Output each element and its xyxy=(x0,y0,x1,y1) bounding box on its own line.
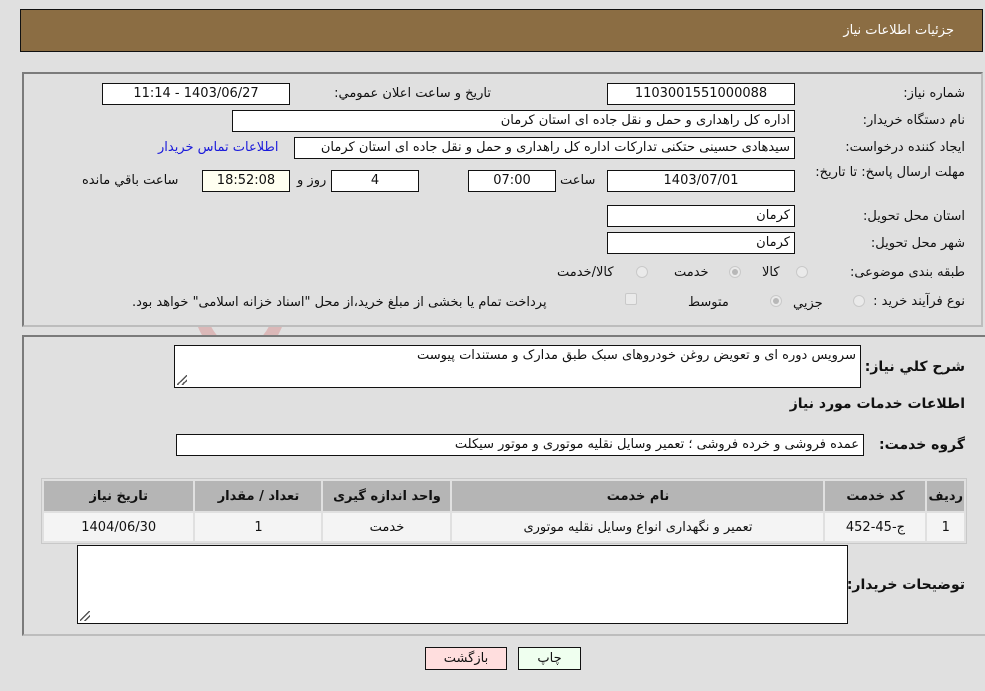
days-remaining-field: 4 xyxy=(331,170,419,192)
announce-field: 1403/06/27 - 11:14 xyxy=(102,83,290,105)
column-header-need-date: تاریخ نیاز xyxy=(44,481,194,511)
process-label: نوع فرآیند خرید : xyxy=(873,294,965,309)
creator-label: ایجاد کننده درخواست: xyxy=(845,140,965,155)
cell-unit: خدمت xyxy=(323,513,451,541)
cell-service-code: ج-45-452 xyxy=(825,513,926,541)
city-field: کرمان xyxy=(607,232,795,254)
services-table: ردیف کد خدمت نام خدمت واحد اندازه گیری ت… xyxy=(41,478,967,544)
cell-need-date: 1404/06/30 xyxy=(44,513,194,541)
service-group-label: گروه خدمت: xyxy=(879,437,965,453)
resize-grip-icon[interactable] xyxy=(177,375,187,385)
cell-row-number: 1 xyxy=(927,513,964,541)
process-option-medium: متوسط xyxy=(688,295,729,310)
column-header-unit: واحد اندازه گیری xyxy=(323,481,451,511)
category-label: طبقه بندی موضوعی: xyxy=(849,265,965,280)
process-radio-minor[interactable] xyxy=(853,295,865,307)
city-label: شهر محل تحویل: xyxy=(870,236,965,251)
services-heading: اطلاعات خدمات مورد نیاز xyxy=(789,396,965,412)
remaining-time-label: ساعت باقي مانده xyxy=(82,173,179,188)
days-label: روز و xyxy=(297,173,327,188)
treasury-note: پرداخت تمام یا بخشی از مبلغ خرید،از محل … xyxy=(132,295,547,310)
description-textarea[interactable]: سرویس دوره ای و تعویض روغن خودروهای سبک … xyxy=(174,345,861,388)
process-option-minor: جزيي xyxy=(793,296,823,311)
need-number-field: 1103001551000088 xyxy=(607,83,795,105)
buyer-org-field: اداره کل راهداری و حمل و نقل جاده ای است… xyxy=(232,110,795,132)
deadline-time-label: ساعت xyxy=(560,173,596,188)
creator-field: سیدهادی حسینی حتکنی تدارکات اداره کل راه… xyxy=(294,137,795,159)
print-button[interactable]: چاپ xyxy=(518,647,581,670)
category-option-goods: کالا xyxy=(762,265,780,280)
province-field: کرمان xyxy=(607,205,795,227)
need-summary-panel: شرح کلي نیاز: سرویس دوره ای و تعویض روغن… xyxy=(22,335,985,636)
buyer-notes-label: توضیحات خریدار: xyxy=(846,577,965,593)
table-header-row: ردیف کد خدمت نام خدمت واحد اندازه گیری ت… xyxy=(44,481,964,511)
service-group-field: عمده فروشی و خرده فروشی ؛ تعمیر وسایل نق… xyxy=(176,434,864,456)
deadline-date-field: 1403/07/01 xyxy=(607,170,795,192)
page-header: جزئیات اطلاعات نیاز xyxy=(20,9,983,52)
buyer-contact-link[interactable]: اطلاعات تماس خریدار xyxy=(158,140,278,155)
deadline-time-field: 07:00 xyxy=(468,170,556,192)
category-radio-service[interactable] xyxy=(729,266,741,278)
category-option-service: خدمت xyxy=(674,265,709,280)
column-header-quantity: تعداد / مقدار xyxy=(195,481,322,511)
resize-grip-icon[interactable] xyxy=(80,611,90,621)
buyer-org-label: نام دستگاه خریدار: xyxy=(862,113,965,128)
back-button[interactable]: بازگشت xyxy=(425,647,507,670)
category-option-goods-service: کالا/خدمت xyxy=(557,265,614,280)
column-header-service-name: نام خدمت xyxy=(452,481,824,511)
description-label: شرح کلي نیاز: xyxy=(864,359,965,375)
process-radio-medium[interactable] xyxy=(770,295,782,307)
table-row: 1 ج-45-452 تعمیر و نگهداری انواع وسایل ن… xyxy=(44,513,964,541)
cell-quantity: 1 xyxy=(195,513,322,541)
buyer-notes-textarea[interactable] xyxy=(77,545,848,624)
column-header-row-number: ردیف xyxy=(927,481,964,511)
remaining-time-field: 18:52:08 xyxy=(202,170,290,192)
need-number-label: شماره نیاز: xyxy=(903,86,965,101)
cell-service-name: تعمیر و نگهداری انواع وسایل نقلیه موتوری xyxy=(452,513,824,541)
need-details-panel: شماره نیاز: 1103001551000088 تاریخ و ساع… xyxy=(22,72,983,327)
treasury-checkbox[interactable] xyxy=(625,293,637,305)
category-radio-goods[interactable] xyxy=(796,266,808,278)
deadline-label: مهلت ارسال پاسخ: تا تاریخ: xyxy=(815,165,965,180)
description-text: سرویس دوره ای و تعویض روغن خودروهای سبک … xyxy=(417,348,856,363)
column-header-service-code: کد خدمت xyxy=(825,481,926,511)
province-label: استان محل تحویل: xyxy=(863,209,965,224)
announce-label: تاریخ و ساعت اعلان عمومي: xyxy=(334,86,491,101)
page-title: جزئیات اطلاعات نیاز xyxy=(843,23,954,38)
category-radio-goods-service[interactable] xyxy=(636,266,648,278)
